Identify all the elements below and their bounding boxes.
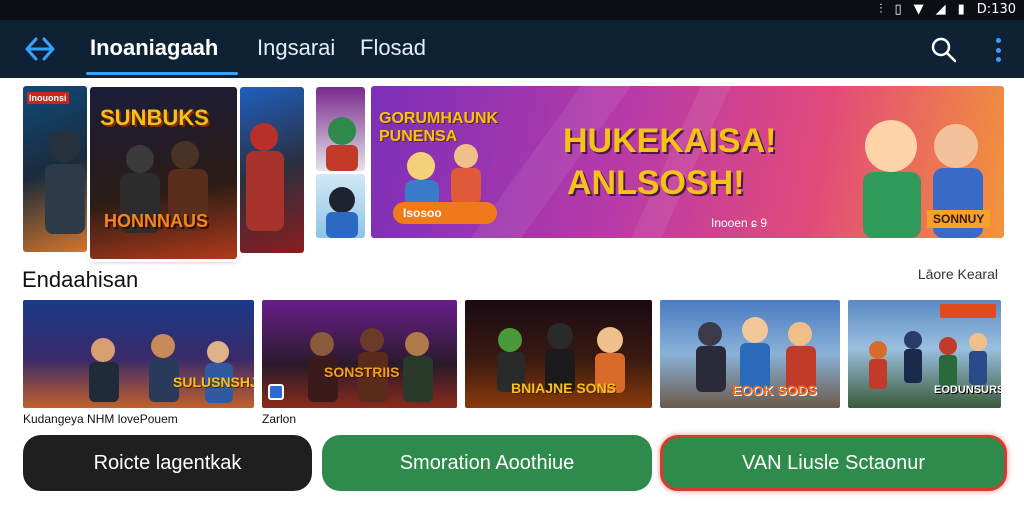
vibrate-icon: ⫶ xyxy=(879,2,883,17)
character-illustration xyxy=(120,141,208,233)
banner-corner-badge: SONNUY xyxy=(927,210,991,228)
character-illustration xyxy=(45,130,85,234)
action-button-1-label: Roicte lagentkak xyxy=(93,451,242,474)
search-button[interactable] xyxy=(930,36,958,64)
thumbnail-overlay-text: SONSTRIIS xyxy=(324,364,400,380)
banner-logo: GORUMHAUNK PUNENSA xyxy=(379,110,499,145)
app-badge-icon xyxy=(268,384,284,400)
thumbnail-overlay-text: EOOK SODS xyxy=(732,382,817,398)
featured-tile-left[interactable]: Inouonsi xyxy=(23,86,87,252)
character-illustration xyxy=(246,123,284,231)
game-thumbnail-5[interactable]: EODUNSURS xyxy=(848,300,1001,408)
battery-icon: ▮ xyxy=(957,2,965,17)
back-arrow-icon xyxy=(25,37,55,61)
tab-second[interactable]: Ingsarai xyxy=(257,35,335,61)
dot xyxy=(995,38,1001,43)
action-button-2[interactable]: Smoration Aoothiue xyxy=(322,435,652,491)
character-portrait-bottom[interactable] xyxy=(316,174,365,238)
active-tab-indicator xyxy=(86,72,238,75)
thumbnail-art xyxy=(308,328,433,402)
featured-tile-right[interactable] xyxy=(240,87,304,253)
tab-home[interactable]: Inoaniagaah xyxy=(90,35,218,61)
tile-subtitle: HONNNAUS xyxy=(104,211,209,231)
banner-headline-2: ANLSOSH! xyxy=(567,164,745,202)
thumbnail-art xyxy=(89,334,233,403)
more-options-button[interactable] xyxy=(990,36,1006,64)
game-thumbnail-3[interactable]: BNIAJNE SONS xyxy=(465,300,652,408)
see-more-link[interactable]: Lāore Kearal xyxy=(918,266,998,282)
action-button-3[interactable]: VAN Liusle Sctaonur xyxy=(660,435,1007,491)
search-icon xyxy=(931,37,957,63)
wifi-icon: ▼ xyxy=(913,2,924,17)
action-button-3-label: VAN Liusle Sctaonur xyxy=(741,451,926,474)
thumbnail-caption-2: Zarlon xyxy=(262,412,297,426)
dot xyxy=(995,47,1001,53)
section-title: Endaahisan xyxy=(22,267,139,292)
banner-corner-text: Inooen ɕ 9 xyxy=(711,216,768,230)
back-button[interactable] xyxy=(22,32,58,66)
thumbnail-overlay-text: EODUNSURS xyxy=(934,384,1001,396)
status-bar: ⫶ ▯ ▼ ◢ ▮ D:130 xyxy=(0,0,1024,20)
featured-tile-main[interactable]: SUNBUKS HONNNAUS xyxy=(90,87,237,259)
tab-third[interactable]: Flosad xyxy=(360,35,426,61)
action-button-1[interactable]: Roicte lagentkak xyxy=(23,435,312,491)
action-button-2-label: Smoration Aoothiue xyxy=(399,451,575,474)
thumbnail-caption-1: Kudangeya NHM lovePouem xyxy=(23,412,178,426)
character-portrait-top[interactable] xyxy=(316,87,365,171)
game-thumbnail-2[interactable]: SONSTRIIS xyxy=(262,300,457,408)
thumbnail-overlay-text: BNIAJNE SONS xyxy=(511,380,617,396)
character-illustration xyxy=(326,187,358,238)
game-thumbnail-1[interactable]: SULUSNSHJANT xyxy=(23,300,254,408)
status-time: D:130 xyxy=(976,2,1016,17)
banner-headline-1: HUKEKAISA! xyxy=(563,122,777,160)
dot xyxy=(995,57,1001,62)
status-icons: ⫶ ▯ ▼ ◢ ▮ D:130 xyxy=(879,1,1016,19)
game-thumbnail-4[interactable]: EOOK SODS xyxy=(660,300,840,408)
promo-banner[interactable]: GORUMHAUNK PUNENSA HUKEKAISA! ANLSOSH! I… xyxy=(371,86,1004,238)
banner-pill-label: Isosoo xyxy=(403,206,442,220)
banner-pill[interactable]: Isosoo xyxy=(393,202,497,224)
character-illustration xyxy=(326,117,358,171)
notification-icon: ▯ xyxy=(894,2,902,17)
app-bar: Inoaniagaah Ingsarai Flosad xyxy=(0,20,1024,78)
thumbnail-badge xyxy=(940,304,996,318)
signal-icon: ◢ xyxy=(935,2,946,17)
thumbnail-overlay-text: SULUSNSHJANT xyxy=(173,374,254,390)
